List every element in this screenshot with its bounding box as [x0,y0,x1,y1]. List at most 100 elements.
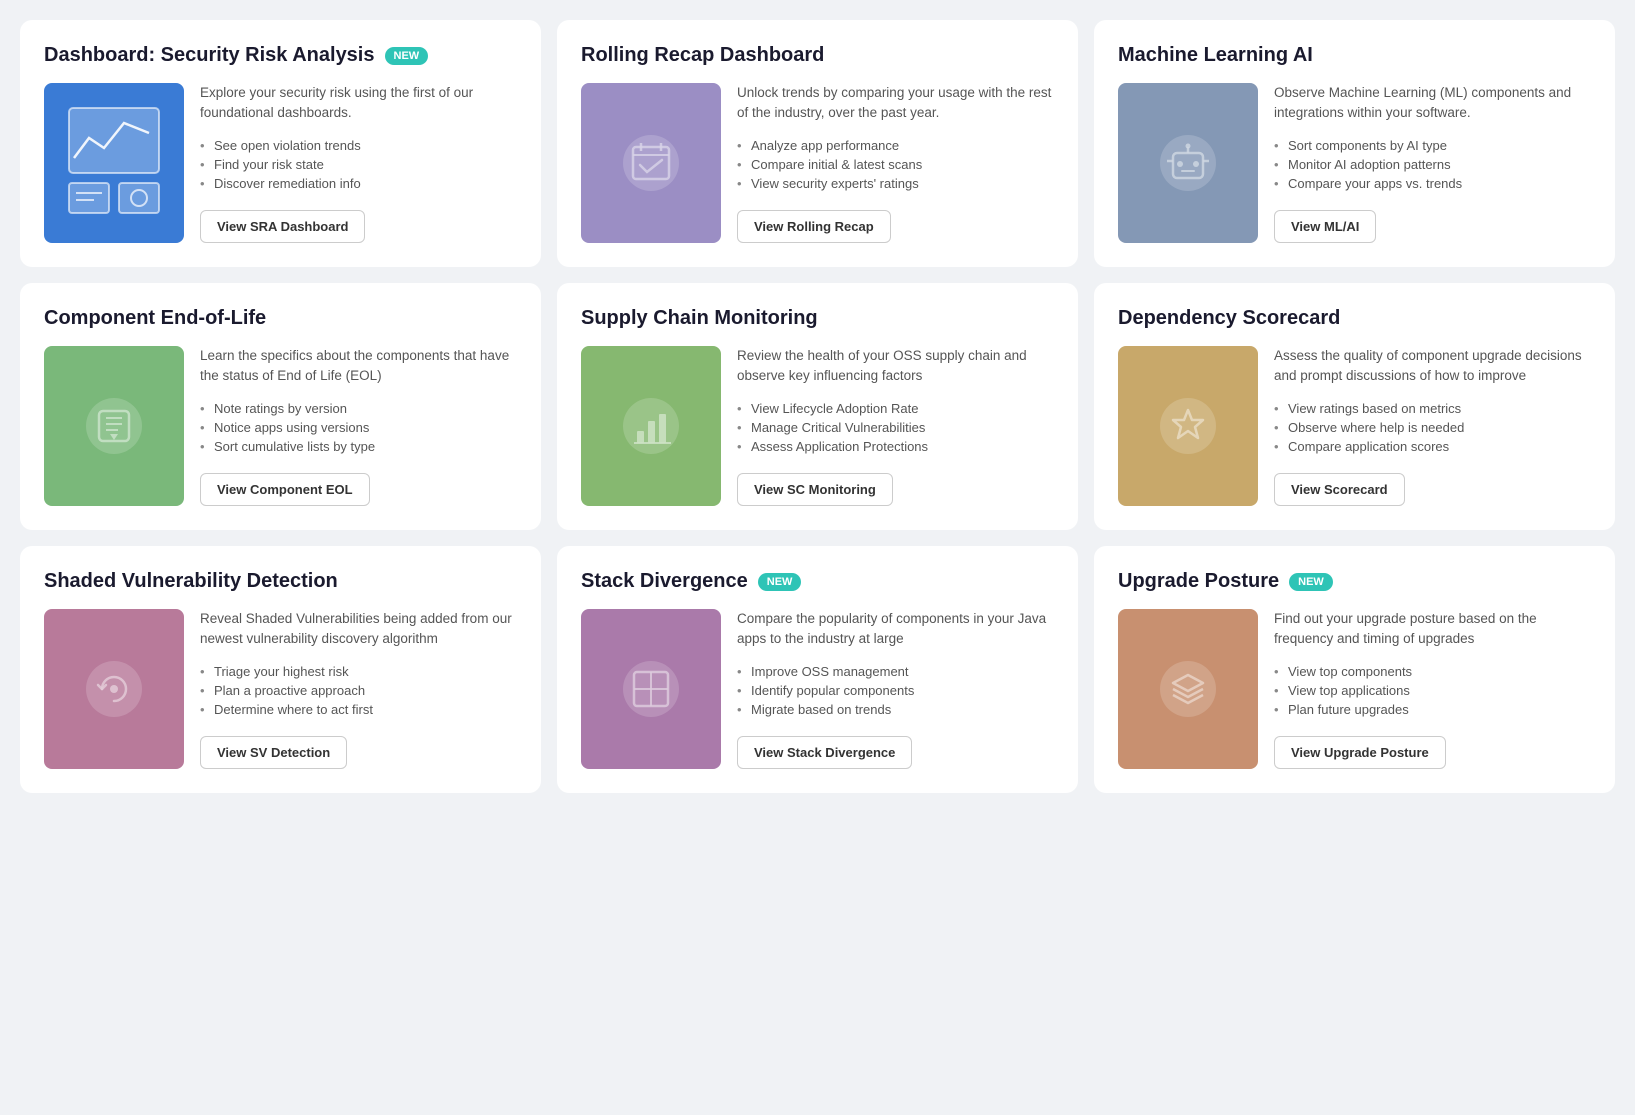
card-content-stack-divergence: Compare the popularity of components in … [737,609,1054,769]
card-list-component-eol: Note ratings by versionNotice apps using… [200,399,517,456]
card-content-shaded-vuln: Reveal Shaded Vulnerabilities being adde… [200,609,517,769]
bullet-item: Sort components by AI type [1274,136,1591,155]
card-component-eol: Component End-of-Life Learn the specific… [20,283,541,530]
card-shaded-vuln: Shaded Vulnerability Detection Reveal Sh… [20,546,541,793]
card-button-sra[interactable]: View SRA Dashboard [200,210,365,243]
bullet-item: View security experts' ratings [737,174,1054,193]
card-title-ml-ai: Machine Learning AI [1118,44,1313,67]
card-header-component-eol: Component End-of-Life [44,307,517,330]
bullet-item: Notice apps using versions [200,418,517,437]
card-button-dependency-scorecard[interactable]: View Scorecard [1274,473,1405,506]
card-body-sra: Explore your security risk using the fir… [44,83,517,243]
card-header-dependency-scorecard: Dependency Scorecard [1118,307,1591,330]
card-description-supply-chain: Review the health of your OSS supply cha… [737,346,1054,387]
card-sra: Dashboard: Security Risk Analysis NEW Ex… [20,20,541,267]
card-body-supply-chain: Review the health of your OSS supply cha… [581,346,1054,506]
card-content-supply-chain: Review the health of your OSS supply cha… [737,346,1054,506]
card-body-ml-ai: Observe Machine Learning (ML) components… [1118,83,1591,243]
card-button-upgrade-posture[interactable]: View Upgrade Posture [1274,736,1446,769]
bullet-item: Manage Critical Vulnerabilities [737,418,1054,437]
card-body-dependency-scorecard: Assess the quality of component upgrade … [1118,346,1591,506]
badge-new-upgrade-posture: NEW [1289,573,1333,591]
card-body-shaded-vuln: Reveal Shaded Vulnerabilities being adde… [44,609,517,769]
bullet-item: Compare your apps vs. trends [1274,174,1591,193]
bullet-item: Observe where help is needed [1274,418,1591,437]
badge-new-stack-divergence: NEW [758,573,802,591]
card-image-upgrade-posture [1118,609,1258,769]
bullet-item: Improve OSS management [737,662,1054,681]
card-content-component-eol: Learn the specifics about the components… [200,346,517,506]
card-button-component-eol[interactable]: View Component EOL [200,473,370,506]
card-title-dependency-scorecard: Dependency Scorecard [1118,307,1340,330]
bullet-item: Analyze app performance [737,136,1054,155]
card-list-dependency-scorecard: View ratings based on metricsObserve whe… [1274,399,1591,456]
card-image-sra [44,83,184,243]
card-header-shaded-vuln: Shaded Vulnerability Detection [44,570,517,593]
card-description-ml-ai: Observe Machine Learning (ML) components… [1274,83,1591,124]
card-description-stack-divergence: Compare the popularity of components in … [737,609,1054,650]
card-header-supply-chain: Supply Chain Monitoring [581,307,1054,330]
card-list-stack-divergence: Improve OSS managementIdentify popular c… [737,662,1054,719]
card-content-sra: Explore your security risk using the fir… [200,83,517,243]
card-title-upgrade-posture: Upgrade Posture [1118,570,1279,593]
badge-new-sra: NEW [385,47,429,65]
card-body-rolling-recap: Unlock trends by comparing your usage wi… [581,83,1054,243]
card-title-shaded-vuln: Shaded Vulnerability Detection [44,570,338,593]
card-image-stack-divergence [581,609,721,769]
card-title-supply-chain: Supply Chain Monitoring [581,307,818,330]
bullet-item: Monitor AI adoption patterns [1274,155,1591,174]
card-description-rolling-recap: Unlock trends by comparing your usage wi… [737,83,1054,124]
card-title-sra: Dashboard: Security Risk Analysis [44,44,375,67]
bullet-item: Sort cumulative lists by type [200,437,517,456]
bullet-item: Assess Application Protections [737,437,1054,456]
card-button-shaded-vuln[interactable]: View SV Detection [200,736,347,769]
bullet-item: Triage your highest risk [200,662,517,681]
bullet-item: Migrate based on trends [737,700,1054,719]
bullet-item: Compare initial & latest scans [737,155,1054,174]
card-title-rolling-recap: Rolling Recap Dashboard [581,44,824,67]
card-image-dependency-scorecard [1118,346,1258,506]
card-image-component-eol [44,346,184,506]
card-title-component-eol: Component End-of-Life [44,307,266,330]
card-header-ml-ai: Machine Learning AI [1118,44,1591,67]
card-list-ml-ai: Sort components by AI typeMonitor AI ado… [1274,136,1591,193]
card-content-rolling-recap: Unlock trends by comparing your usage wi… [737,83,1054,243]
bullet-item: See open violation trends [200,136,517,155]
bullet-item: Compare application scores [1274,437,1591,456]
card-image-shaded-vuln [44,609,184,769]
card-description-dependency-scorecard: Assess the quality of component upgrade … [1274,346,1591,387]
card-button-ml-ai[interactable]: View ML/AI [1274,210,1376,243]
card-description-component-eol: Learn the specifics about the components… [200,346,517,387]
bullet-item: Find your risk state [200,155,517,174]
bullet-item: Identify popular components [737,681,1054,700]
bullet-item: Determine where to act first [200,700,517,719]
card-button-rolling-recap[interactable]: View Rolling Recap [737,210,891,243]
card-button-stack-divergence[interactable]: View Stack Divergence [737,736,912,769]
card-content-ml-ai: Observe Machine Learning (ML) components… [1274,83,1591,243]
card-list-sra: See open violation trendsFind your risk … [200,136,517,193]
bullet-item: View top applications [1274,681,1591,700]
dashboard-grid: Dashboard: Security Risk Analysis NEW Ex… [20,20,1615,793]
card-ml-ai: Machine Learning AI Observe Machine Lear… [1094,20,1615,267]
card-button-supply-chain[interactable]: View SC Monitoring [737,473,893,506]
card-list-upgrade-posture: View top componentsView top applications… [1274,662,1591,719]
card-image-ml-ai [1118,83,1258,243]
card-rolling-recap: Rolling Recap Dashboard Unlock trends by… [557,20,1078,267]
card-stack-divergence: Stack Divergence NEW Compare the popular… [557,546,1078,793]
card-body-upgrade-posture: Find out your upgrade posture based on t… [1118,609,1591,769]
card-upgrade-posture: Upgrade Posture NEW Find out your upgrad… [1094,546,1615,793]
card-content-upgrade-posture: Find out your upgrade posture based on t… [1274,609,1591,769]
card-title-stack-divergence: Stack Divergence [581,570,748,593]
card-header-stack-divergence: Stack Divergence NEW [581,570,1054,593]
card-list-supply-chain: View Lifecycle Adoption RateManage Criti… [737,399,1054,456]
card-list-rolling-recap: Analyze app performanceCompare initial &… [737,136,1054,193]
bullet-item: View top components [1274,662,1591,681]
card-image-supply-chain [581,346,721,506]
bullet-item: Plan a proactive approach [200,681,517,700]
bullet-item: View ratings based on metrics [1274,399,1591,418]
bullet-item: Plan future upgrades [1274,700,1591,719]
card-content-dependency-scorecard: Assess the quality of component upgrade … [1274,346,1591,506]
card-body-stack-divergence: Compare the popularity of components in … [581,609,1054,769]
bullet-item: View Lifecycle Adoption Rate [737,399,1054,418]
card-description-upgrade-posture: Find out your upgrade posture based on t… [1274,609,1591,650]
